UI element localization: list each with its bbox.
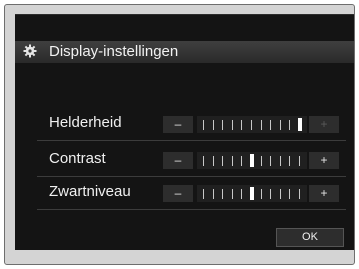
slider-tick [213, 120, 214, 130]
slider-tick [261, 120, 262, 130]
increase-button[interactable]: + [309, 152, 339, 169]
slider-tick [261, 189, 262, 199]
slider-tick [222, 156, 223, 166]
decrease-button[interactable]: – [163, 152, 193, 169]
slider-tick [261, 156, 262, 166]
divider [15, 14, 354, 15]
slider-tick [270, 156, 271, 166]
slider-tick [289, 120, 290, 130]
settings-panel: Display-instellingen Helderheid – + Cont… [15, 14, 354, 250]
slider-tick [241, 120, 242, 130]
slider-tick [299, 189, 300, 199]
setting-row-zwartniveau: Zwartniveau – + [37, 177, 346, 210]
decrease-button[interactable]: – [163, 116, 193, 133]
increase-button[interactable]: + [309, 185, 339, 202]
slider-tick [289, 189, 290, 199]
dialog-title: Display-instellingen [49, 43, 179, 60]
slider-tick [280, 189, 281, 199]
title-bar: Display-instellingen [15, 41, 354, 63]
slider-tick [203, 189, 204, 199]
slider-tick [299, 156, 300, 166]
decrease-button[interactable]: – [163, 185, 193, 202]
slider-thumb[interactable] [250, 187, 254, 200]
level-slider[interactable] [197, 152, 307, 169]
setting-row-helderheid: Helderheid – + [37, 108, 346, 141]
level-slider[interactable] [197, 185, 307, 202]
level-slider[interactable] [197, 116, 307, 133]
slider-tick [241, 189, 242, 199]
gear-icon [23, 44, 37, 58]
slider-tick [213, 156, 214, 166]
setting-label: Helderheid [49, 114, 122, 131]
slider-tick [270, 120, 271, 130]
slider-tick [213, 189, 214, 199]
slider-tick [232, 189, 233, 199]
ok-button[interactable]: OK [276, 228, 344, 247]
slider-tick [251, 120, 252, 130]
increase-button[interactable]: + [309, 116, 339, 133]
slider-thumb[interactable] [250, 154, 254, 167]
slider-tick [289, 156, 290, 166]
slider-tick [241, 156, 242, 166]
slider-tick [280, 120, 281, 130]
setting-row-contrast: Contrast – + [37, 144, 346, 177]
slider-tick [203, 156, 204, 166]
slider-tick [270, 189, 271, 199]
slider-tick [203, 120, 204, 130]
dialog-frame: Display-instellingen Helderheid – + Cont… [4, 4, 355, 265]
slider-tick [280, 156, 281, 166]
slider-tick [232, 156, 233, 166]
slider-thumb[interactable] [298, 118, 302, 131]
slider-tick [222, 189, 223, 199]
slider-tick [232, 120, 233, 130]
setting-label: Contrast [49, 150, 106, 167]
slider-tick [222, 120, 223, 130]
setting-label: Zwartniveau [49, 183, 131, 200]
